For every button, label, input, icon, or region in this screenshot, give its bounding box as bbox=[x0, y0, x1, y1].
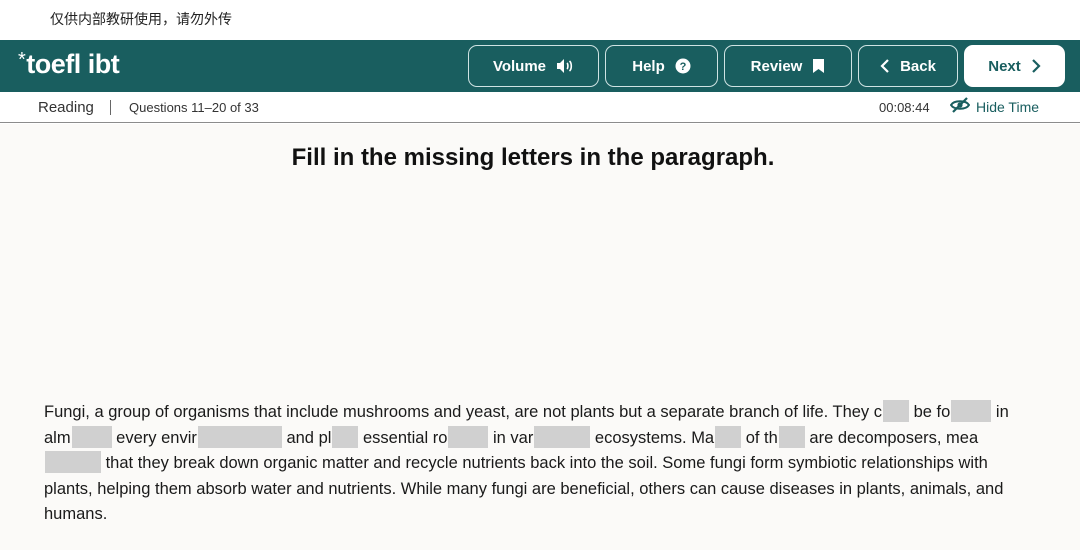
chevron-left-icon bbox=[880, 58, 890, 74]
volume-button[interactable]: Volume bbox=[468, 45, 599, 87]
passage-text: and pl bbox=[281, 428, 332, 447]
blank-input[interactable] bbox=[45, 451, 101, 474]
passage-text: that they break down organic matter and … bbox=[44, 454, 1004, 524]
question-circle-icon: ? bbox=[675, 58, 691, 74]
volume-label: Volume bbox=[492, 57, 547, 75]
back-label: Back bbox=[900, 57, 936, 75]
review-label: Review bbox=[750, 57, 803, 75]
instruction-heading: Fill in the missing letters in the parag… bbox=[291, 144, 775, 171]
watermark-text: 仅供内部教研使用，请勿外传 bbox=[50, 12, 232, 28]
review-button[interactable]: Review bbox=[724, 45, 852, 87]
blank-input[interactable] bbox=[883, 400, 910, 422]
blank-input[interactable] bbox=[448, 425, 489, 448]
blank-input[interactable] bbox=[197, 425, 282, 448]
toefl-logo: *toefl ibt bbox=[18, 49, 120, 80]
passage-text: essential ro bbox=[358, 428, 448, 447]
back-button[interactable]: Back bbox=[858, 45, 958, 87]
passage-paragraph: Fungi, a group of organisms that include… bbox=[44, 400, 1034, 528]
help-button[interactable]: Help ? bbox=[605, 45, 718, 87]
next-button[interactable]: Next bbox=[964, 45, 1065, 87]
blank-input[interactable] bbox=[71, 425, 112, 448]
hide-time-label: Hide Time bbox=[976, 98, 1040, 115]
passage-text: ecosystems. Ma bbox=[590, 428, 715, 447]
section-label: Reading bbox=[38, 99, 94, 116]
blank-input[interactable] bbox=[332, 425, 359, 448]
passage-text: be fo bbox=[909, 403, 951, 421]
question-counter: Questions 11–20 of 33 bbox=[129, 100, 259, 115]
hide-time-toggle[interactable]: Hide Time bbox=[949, 97, 1040, 116]
timer: 00:08:44 bbox=[879, 100, 930, 115]
bookmark-icon bbox=[812, 58, 825, 74]
passage-text: Fungi, a group of organisms that include… bbox=[44, 403, 883, 421]
asterisk-icon: * bbox=[18, 49, 26, 71]
svg-text:?: ? bbox=[679, 61, 686, 73]
blank-input[interactable] bbox=[951, 400, 992, 422]
chevron-right-icon bbox=[1031, 58, 1041, 74]
next-label: Next bbox=[988, 57, 1021, 75]
question-panel: Fill in the missing letters in the parag… bbox=[0, 124, 1080, 550]
blank-input[interactable] bbox=[778, 425, 805, 448]
passage-text: in var bbox=[488, 428, 534, 447]
passage-text: of th bbox=[741, 428, 778, 447]
help-label: Help bbox=[632, 57, 665, 75]
eye-slash-icon bbox=[949, 97, 971, 116]
status-bar: Reading Questions 11–20 of 33 00:08:44 H… bbox=[0, 92, 1080, 123]
blank-input[interactable] bbox=[534, 425, 591, 448]
passage-text: are decomposers, mea bbox=[804, 428, 979, 447]
top-toolbar: *toefl ibt Volume Help ? Review Back Nex… bbox=[0, 40, 1080, 92]
speaker-icon bbox=[556, 58, 574, 74]
logo-text: toefl ibt bbox=[26, 49, 120, 79]
blank-input[interactable] bbox=[715, 425, 742, 448]
passage-text: every envir bbox=[111, 428, 197, 447]
divider bbox=[110, 100, 111, 115]
